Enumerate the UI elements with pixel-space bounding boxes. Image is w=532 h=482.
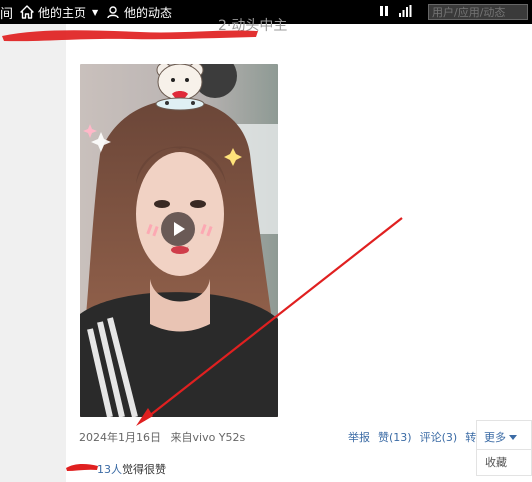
home-nav-link[interactable]: 他的主页 ▼: [20, 0, 98, 24]
dynamics-nav-link[interactable]: 他的动态: [106, 0, 172, 24]
post-actions: 举报 赞(13) 评论(3) 转发: [348, 429, 487, 445]
likes-summary: 13人觉得很赞: [97, 461, 166, 477]
caret-down-icon: [509, 435, 517, 440]
report-link[interactable]: 举报: [348, 429, 370, 445]
dynamics-nav-label: 他的动态: [124, 5, 173, 20]
likes-count-link[interactable]: 13人: [97, 463, 122, 476]
like-link[interactable]: 赞(13): [378, 429, 412, 445]
favorite-label: 收藏: [485, 456, 507, 469]
signal-bars-icon[interactable]: [398, 5, 412, 18]
post-meta: 2024年1月16日 来自vivo Y52s: [79, 429, 245, 445]
redaction-scribble-top: [2, 30, 258, 42]
home-icon: [20, 5, 34, 19]
topbar-cutoff-text: 间: [0, 7, 14, 22]
more-dropdown-button[interactable]: 更多: [476, 420, 532, 450]
more-label: 更多: [484, 431, 506, 444]
search-input[interactable]: [428, 4, 528, 20]
post-source: 来自vivo Y52s: [170, 431, 246, 444]
post-date: 2024年1月16日: [79, 431, 161, 444]
chevron-down-icon: ▼: [92, 7, 99, 17]
favorite-menu-item[interactable]: 收藏: [476, 450, 532, 476]
redaction-scribble-likes: [66, 463, 98, 471]
pause-icon[interactable]: [379, 5, 389, 17]
comment-link[interactable]: 评论(3): [420, 429, 458, 445]
home-nav-label: 他的主页: [38, 5, 87, 20]
likes-text: 觉得很赞: [122, 463, 166, 476]
play-button[interactable]: [161, 212, 195, 246]
user-icon: [107, 6, 119, 19]
bear-sticker: [155, 64, 205, 111]
